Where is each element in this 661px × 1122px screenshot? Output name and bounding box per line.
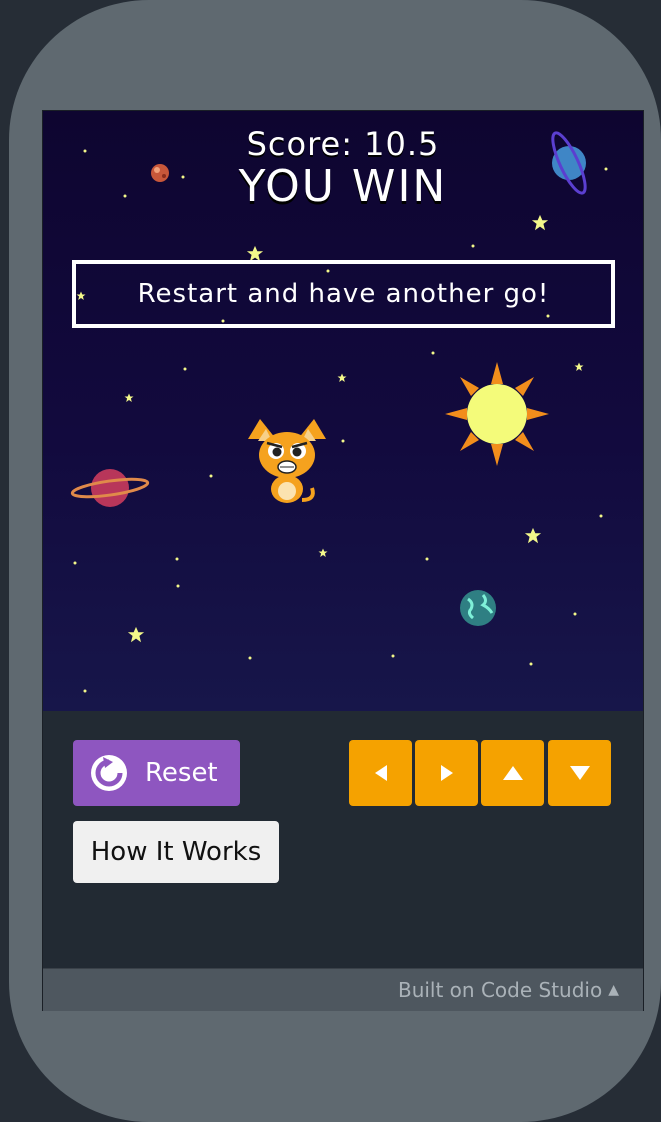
right-arrow-button[interactable]: [415, 740, 478, 806]
how-it-works-label: How It Works: [90, 837, 262, 867]
right-arrow-icon: [440, 765, 453, 781]
pink-ringed-planet-icon: [70, 469, 150, 507]
built-on-label: Built on Code Studio: [397, 978, 603, 1002]
earth-planet-icon: [460, 590, 496, 626]
star-icon: [337, 373, 347, 382]
restart-message-label: Restart and have another go!: [137, 279, 550, 309]
reset-button-label: Reset: [145, 758, 218, 788]
star-icon: [318, 548, 328, 557]
left-arrow-icon: [374, 765, 387, 781]
star-icon: [246, 245, 264, 262]
restart-message: Restart and have another go!: [72, 260, 615, 328]
caret-up-icon: ▲: [608, 982, 619, 998]
down-arrow-button[interactable]: [548, 740, 611, 806]
left-arrow-button[interactable]: [349, 740, 412, 806]
star-dots: [73, 149, 608, 693]
built-on-footer[interactable]: Built on Code Studio ▲: [43, 968, 643, 1011]
star-icon: [127, 626, 145, 643]
star-icon: [574, 362, 584, 371]
up-arrow-icon: [502, 766, 523, 780]
cat-character-icon: [248, 419, 326, 503]
win-text: YOU WIN: [238, 161, 448, 212]
reset-button[interactable]: Reset: [73, 740, 240, 806]
score-text: Score: 10.5: [246, 125, 440, 163]
star-icon: [524, 527, 542, 544]
sun-icon: [445, 362, 549, 466]
game-stage[interactable]: Score: 10.5 YOU WIN Restart and have ano…: [43, 111, 643, 711]
star-icon: [124, 393, 134, 402]
down-arrow-icon: [569, 766, 590, 780]
star-icon: [531, 214, 549, 231]
how-it-works-button[interactable]: How It Works: [73, 821, 279, 883]
device-frame: Score: 10.5 YOU WIN Restart and have ano…: [9, 0, 661, 1122]
app-screen: Score: 10.5 YOU WIN Restart and have ano…: [42, 110, 644, 1011]
up-arrow-button[interactable]: [481, 740, 544, 806]
refresh-icon: [91, 755, 127, 791]
